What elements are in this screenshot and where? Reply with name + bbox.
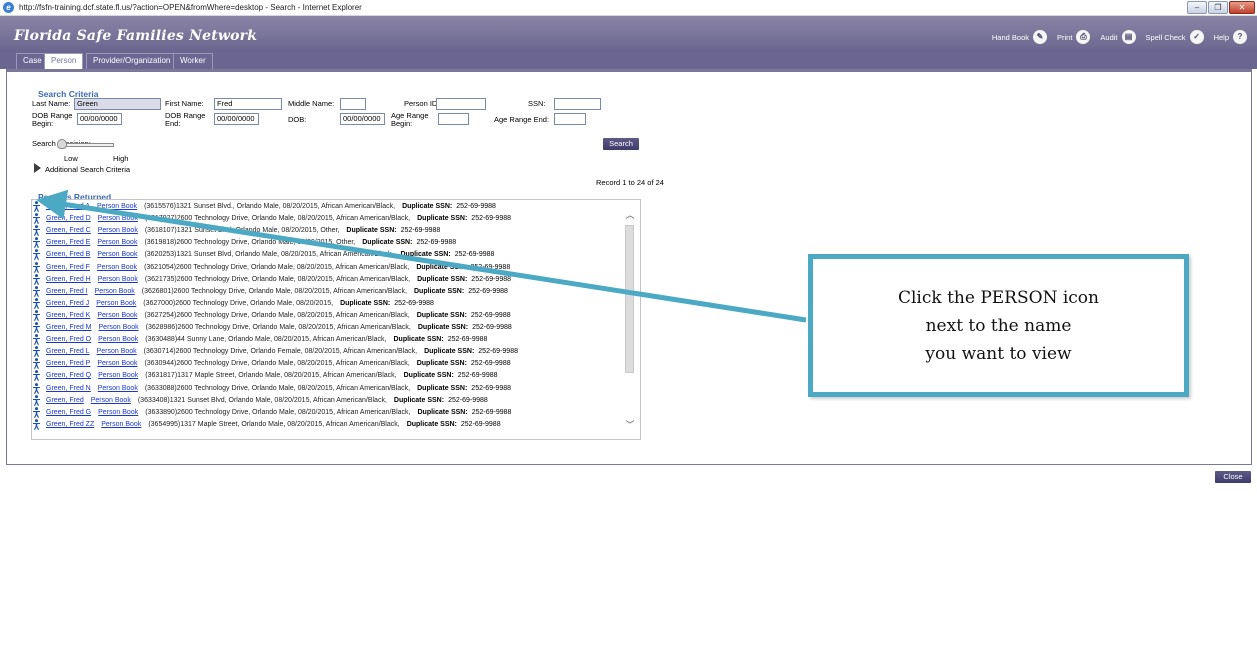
callout-line-1: Click the PERSON icon	[897, 287, 1099, 308]
callout-line-3: you want to view	[925, 343, 1072, 364]
arrow-line	[36, 189, 807, 323]
callout-line-2: next to the name	[925, 315, 1072, 336]
instruction-callout: Click the PERSON icon next to the name y…	[808, 254, 1189, 397]
